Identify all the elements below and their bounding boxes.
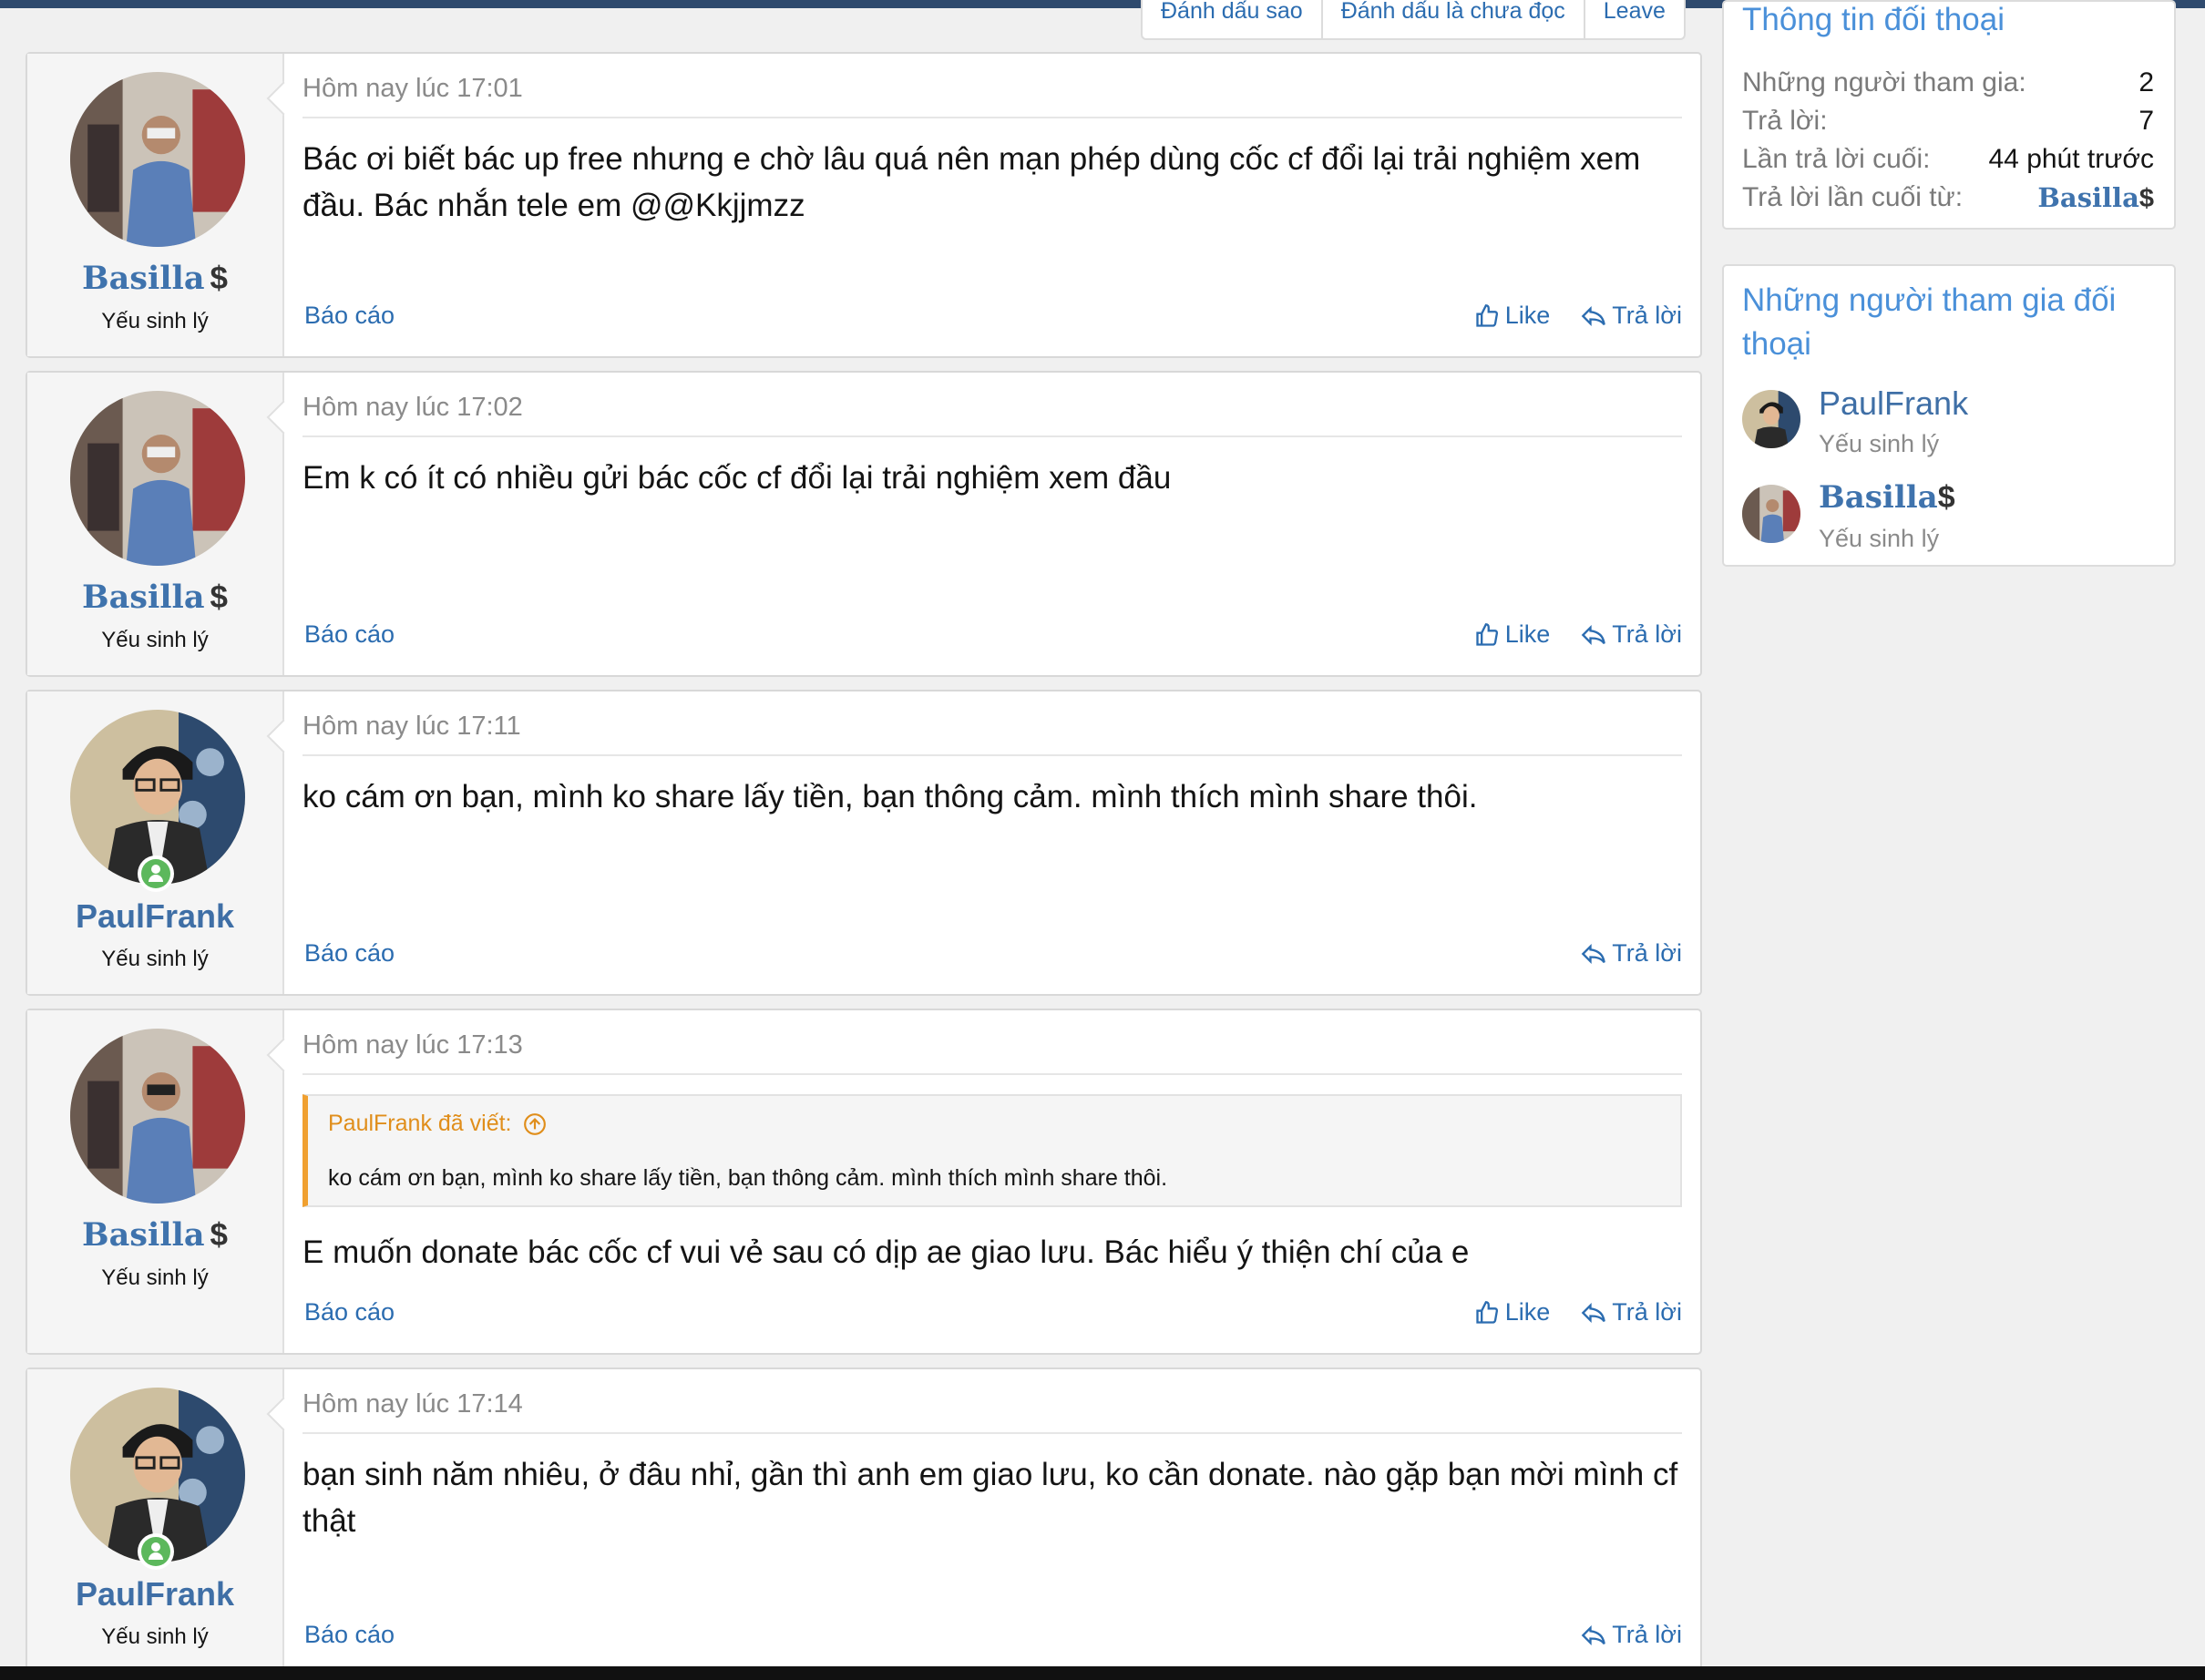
participants-panel: Những người tham gia đối thoại PaulFrank… — [1722, 264, 2176, 567]
conversation-info-panel: Thông tin đối thoại Những người tham gia… — [1722, 0, 2176, 230]
info-row-last-reply-from: Trả lời lần cuối từ: Basilla$ — [1742, 182, 2154, 214]
username[interactable]: Basilla $ — [27, 579, 282, 616]
conversation-action-tabs: Đánh dấu sao Đánh dấu là chưa đọc Leave — [1141, 0, 1686, 40]
username[interactable]: PaulFrank — [27, 897, 282, 936]
reply-icon — [1581, 305, 1606, 326]
avatar[interactable] — [70, 72, 245, 247]
reply-button[interactable]: Trả lời — [1581, 302, 1682, 330]
reply-button[interactable]: Trả lời — [1581, 1621, 1682, 1649]
reply-button[interactable]: Trả lời — [1581, 1298, 1682, 1327]
tab-star[interactable]: Đánh dấu sao — [1143, 0, 1321, 38]
message-time: Hôm nay lúc 17:13 — [303, 1030, 1682, 1075]
avatar[interactable] — [1742, 390, 1800, 448]
participant-item: PaulFrank Yếu sinh lý — [1742, 384, 2156, 466]
message-time: Hôm nay lúc 17:02 — [303, 393, 1682, 437]
like-button[interactable]: Like — [1474, 620, 1550, 649]
message-text: bạn sinh năm nhiêu, ở đâu nhỉ, gần thì a… — [303, 1457, 1678, 1539]
thumbs-up-icon — [1476, 622, 1498, 646]
report-link[interactable]: Báo cáo — [304, 1298, 395, 1327]
participant-name[interactable]: Basilla$ — [1819, 479, 1955, 516]
message-time: Hôm nay lúc 17:14 — [303, 1389, 1682, 1434]
online-status-icon — [138, 855, 174, 892]
user-title: Yếu sinh lý — [101, 628, 209, 652]
participants-title: Những người tham gia đối thoại — [1742, 282, 2117, 362]
message-user-panel: Basilla $ Yếu sinh lý — [27, 54, 284, 356]
username[interactable]: Basilla $ — [27, 260, 282, 297]
participant-item: Basilla$ Yếu sinh lý — [1742, 479, 2156, 561]
participant-title: Yếu sinh lý — [1819, 430, 1940, 457]
message-item: PaulFrank Yếu sinh lý Hôm nay lúc 17:14 … — [26, 1368, 1702, 1677]
message-time: Hôm nay lúc 17:01 — [303, 74, 1682, 118]
username[interactable]: PaulFrank — [27, 1575, 282, 1613]
message-time: Hôm nay lúc 17:11 — [303, 712, 1682, 756]
like-button[interactable]: Like — [1474, 1298, 1550, 1327]
info-row-last-reply: Lần trả lời cuối: 44 phút trước — [1742, 144, 2154, 174]
tab-mark-unread[interactable]: Đánh dấu là chưa đọc — [1320, 0, 1584, 38]
quote-block: PaulFrank đã viết: ko cám ơn bạn, mình k… — [303, 1094, 1682, 1207]
user-title: Yếu sinh lý — [101, 947, 209, 971]
quote-text: ko cám ơn bạn, mình ko share lấy tiền, b… — [328, 1165, 1168, 1191]
message-user-panel: PaulFrank Yếu sinh lý — [27, 1369, 284, 1675]
report-link[interactable]: Báo cáo — [304, 1621, 395, 1649]
tab-leave[interactable]: Leave — [1583, 0, 1684, 38]
last-reply-user-link[interactable]: Basilla$ — [2037, 182, 2154, 214]
reply-button[interactable]: Trả lời — [1581, 939, 1682, 968]
participant-name[interactable]: PaulFrank — [1819, 384, 1968, 423]
reply-icon — [1581, 624, 1606, 645]
participant-title: Yếu sinh lý — [1819, 525, 1940, 552]
message-text: E muốn donate bác cốc cf vui vẻ sau có d… — [303, 1234, 1470, 1270]
online-status-icon — [138, 1533, 174, 1570]
conversation-info-title: Thông tin đối thoại — [1742, 2, 2005, 37]
reply-icon — [1581, 1624, 1606, 1645]
message-item: Basilla $ Yếu sinh lý Hôm nay lúc 17:02 E… — [26, 371, 1702, 677]
message-item: Basilla $ Yếu sinh lý Hôm nay lúc 17:13 P… — [26, 1009, 1702, 1355]
report-link[interactable]: Báo cáo — [304, 939, 395, 968]
user-title: Yếu sinh lý — [101, 309, 209, 333]
reply-icon — [1581, 943, 1606, 964]
bottom-bar — [0, 1666, 2205, 1680]
quote-author[interactable]: PaulFrank đã viết: — [328, 1111, 512, 1137]
user-title: Yếu sinh lý — [101, 1624, 209, 1649]
avatar[interactable] — [70, 1029, 245, 1204]
info-row-replies: Trả lời: 7 — [1742, 106, 2154, 136]
thumbs-up-icon — [1476, 303, 1498, 327]
user-title: Yếu sinh lý — [101, 1265, 209, 1290]
thumbs-up-icon — [1476, 1300, 1498, 1324]
report-link[interactable]: Báo cáo — [304, 620, 395, 649]
message-user-panel: Basilla $ Yếu sinh lý — [27, 1010, 284, 1353]
message-user-panel: Basilla $ Yếu sinh lý — [27, 373, 284, 675]
like-button[interactable]: Like — [1474, 302, 1550, 330]
message-item: PaulFrank Yếu sinh lý Hôm nay lúc 17:11 … — [26, 690, 1702, 996]
message-item: Basilla $ Yếu sinh lý Hôm nay lúc 17:01 B… — [26, 52, 1702, 358]
info-row-participants: Những người tham gia: 2 — [1742, 67, 2154, 97]
avatar[interactable] — [70, 391, 245, 566]
arrow-up-circle-icon[interactable] — [523, 1112, 547, 1136]
message-text: Bác ơi biết bác up free nhưng e chờ lâu … — [303, 141, 1641, 223]
message-text: Em k có ít có nhiều gửi bác cốc cf đổi l… — [303, 460, 1172, 496]
message-text: ko cám ơn bạn, mình ko share lấy tiền, b… — [303, 779, 1478, 814]
reply-button[interactable]: Trả lời — [1581, 620, 1682, 649]
message-user-panel: PaulFrank Yếu sinh lý — [27, 691, 284, 994]
avatar[interactable] — [1742, 485, 1800, 543]
report-link[interactable]: Báo cáo — [304, 302, 395, 330]
username[interactable]: Basilla $ — [27, 1216, 282, 1254]
reply-icon — [1581, 1302, 1606, 1323]
